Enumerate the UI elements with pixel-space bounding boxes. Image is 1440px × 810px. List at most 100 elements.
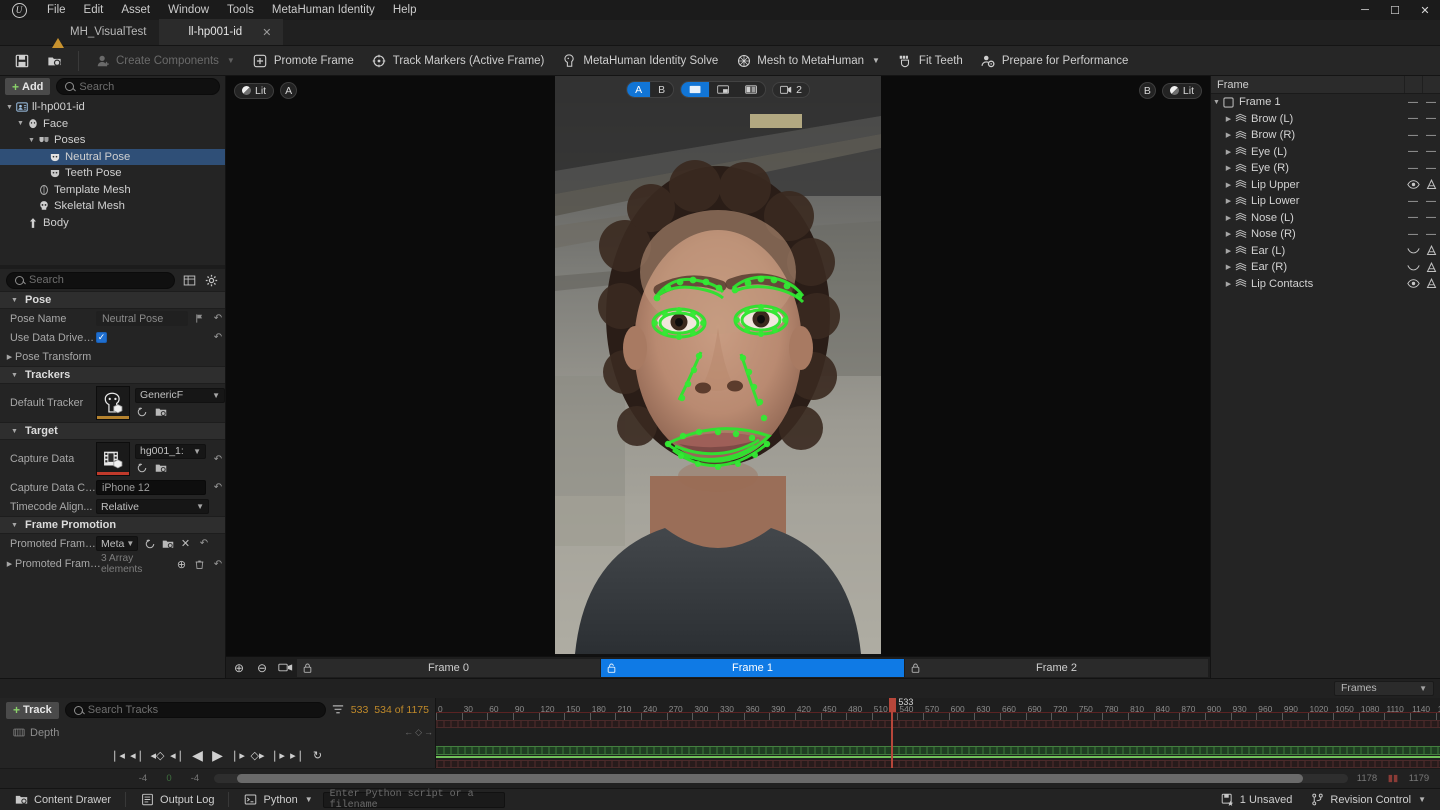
play-forward-icon[interactable]: ▶ (211, 747, 224, 764)
delete-icon[interactable] (193, 558, 206, 571)
output-log-button[interactable]: Output Log (132, 791, 222, 809)
lock-icon[interactable] (303, 663, 312, 673)
revert-icon[interactable]: ↶ (211, 454, 225, 465)
use-selected-asset-icon[interactable] (135, 406, 148, 419)
menu-tools[interactable]: Tools (218, 1, 263, 19)
frame-checkbox[interactable] (1222, 97, 1235, 108)
use-selected-asset-icon[interactable] (135, 462, 148, 475)
filter-icon[interactable] (332, 704, 345, 717)
add-element-icon[interactable]: ⊕ (175, 558, 188, 571)
content-drawer-button[interactable]: Content Drawer (6, 791, 119, 809)
state-toggle[interactable]: — (1422, 229, 1440, 240)
frame-curve-row-eye-l[interactable]: ▶Eye (L) — — (1211, 144, 1440, 161)
remove-frame-icon[interactable]: ⊖ (251, 659, 273, 677)
clear-icon[interactable]: ✕ (179, 537, 192, 550)
view-mode-lit-button-right[interactable]: Lit (1162, 83, 1202, 99)
prev-key-icon[interactable]: ◂◇ (151, 749, 164, 762)
python-button[interactable]: Python ▼ (235, 791, 320, 809)
visibility-toggle[interactable]: — (1404, 196, 1422, 207)
loop-icon[interactable]: ↻ (311, 749, 324, 762)
step-forward-frame-icon[interactable]: ❘▸ (271, 749, 284, 762)
state-toggle[interactable] (1422, 262, 1440, 273)
state-toggle[interactable]: — (1422, 212, 1440, 223)
jump-to-start-icon[interactable]: ❘◂ (111, 749, 124, 762)
visibility-toggle[interactable] (1404, 180, 1422, 189)
view-a-button[interactable]: A (280, 82, 297, 99)
visibility-toggle[interactable] (1404, 264, 1422, 271)
frame-item-0[interactable]: Frame 0 (297, 659, 600, 677)
state-toggle[interactable] (1422, 278, 1440, 289)
range-start-c[interactable]: -4 (182, 773, 208, 784)
expand-arrow-icon[interactable]: ▶ (4, 560, 15, 568)
frame-curve-row-lip-upper[interactable]: ▶Lip Upper (1211, 177, 1440, 194)
section-header-pose[interactable]: ▼ Pose (0, 291, 225, 309)
browse-to-asset-button[interactable] (39, 49, 70, 73)
timeline-track-area[interactable] (436, 720, 1440, 768)
tab-ll-hp001-id[interactable]: ll-hp001-id ✕ (159, 19, 284, 45)
create-components-button[interactable]: Create Components ▼ (87, 49, 243, 73)
step-back-icon[interactable]: ◂❘ (171, 749, 184, 762)
minimize-button[interactable]: ─ (1350, 0, 1380, 20)
view-b-button[interactable]: B (1139, 82, 1156, 99)
viewport[interactable]: Lit A A B (226, 76, 1210, 656)
expand-arrow-icon[interactable]: ▶ (1223, 197, 1234, 205)
visibility-toggle[interactable]: — (1404, 163, 1422, 174)
camera-count-button[interactable]: 2 (772, 82, 810, 98)
menu-window[interactable]: Window (159, 1, 218, 19)
expand-arrow-icon[interactable]: ▼ (1211, 99, 1222, 106)
outliner-item-teeth-pose[interactable]: Teeth Pose (0, 165, 225, 182)
expand-arrow-icon[interactable]: ▶ (1223, 230, 1234, 238)
camera-frame-icon[interactable] (274, 659, 296, 677)
state-toggle[interactable]: — (1422, 146, 1440, 157)
expand-arrow-icon[interactable]: ▼ (4, 104, 15, 111)
state-toggle[interactable]: — (1422, 113, 1440, 124)
capture-data-dropdown[interactable]: hg001_1: ▼ (135, 444, 206, 459)
layout-single-view-icon[interactable] (681, 82, 709, 97)
section-header-trackers[interactable]: ▼ Trackers (0, 366, 225, 384)
outliner-item-ll-hp001-id[interactable]: ▼ ll-hp001-id (0, 99, 225, 116)
scrollbar-thumb[interactable] (237, 774, 1303, 783)
track-row-depth[interactable]: Depth ←◇→ (0, 723, 435, 744)
outliner-search-input[interactable]: Search (56, 78, 220, 95)
capture-data-config-field[interactable]: iPhone 12 (96, 480, 206, 495)
layout-side-by-side-icon[interactable] (737, 82, 765, 97)
state-toggle[interactable] (1422, 179, 1440, 190)
frame-item-2[interactable]: Frame 2 (905, 659, 1208, 677)
fit-teeth-button[interactable]: Fit Teeth (890, 49, 971, 73)
promoted-frame-class-dropdown[interactable]: Meta ▼ (96, 536, 138, 551)
sequencer-timeline[interactable]: 0306090120150180210240270300330360390420… (436, 698, 1440, 768)
flag-icon[interactable] (193, 312, 206, 325)
visibility-toggle[interactable]: — (1404, 212, 1422, 223)
frame-curve-row-nose-l[interactable]: ▶Nose (L) — — (1211, 210, 1440, 227)
timeline-scrollbar[interactable] (214, 774, 1348, 783)
lock-open-icon[interactable] (607, 663, 616, 673)
section-header-frame-promotion[interactable]: ▼ Frame Promotion (0, 516, 225, 534)
expand-arrow-icon[interactable]: ▶ (4, 353, 15, 361)
expand-arrow-icon[interactable]: ▶ (1223, 131, 1234, 139)
visibility-toggle[interactable]: — (1404, 146, 1422, 157)
view-toggle-a[interactable]: A (627, 82, 650, 97)
outliner-item-poses[interactable]: ▼ Poses (0, 132, 225, 149)
use-data-driven-checkbox[interactable]: ✓ (96, 332, 107, 343)
default-tracker-dropdown[interactable]: GenericF ▼ (135, 388, 225, 403)
expand-arrow-icon[interactable]: ▼ (26, 137, 37, 144)
save-button[interactable] (6, 49, 37, 73)
outliner-item-face[interactable]: ▼ Face (0, 116, 225, 133)
add-track-button[interactable]: + Track (6, 702, 59, 719)
range-start-b[interactable]: 0 (156, 773, 182, 784)
outliner-item-body[interactable]: Body (0, 215, 225, 232)
menu-edit[interactable]: Edit (75, 1, 113, 19)
revision-control-button[interactable]: Revision Control ▼ (1302, 791, 1434, 809)
capture-data-thumbnail[interactable] (96, 442, 130, 476)
state-toggle[interactable] (1422, 245, 1440, 256)
revert-icon[interactable]: ↶ (211, 559, 225, 570)
frame-curve-row-lip-contacts[interactable]: ▶Lip Contacts (1211, 276, 1440, 293)
state-toggle[interactable]: — (1422, 163, 1440, 174)
expand-arrow-icon[interactable]: ▶ (1223, 164, 1234, 172)
next-key-icon[interactable]: ◇▸ (251, 749, 264, 762)
frame-curve-row-ear-r[interactable]: ▶Ear (R) (1211, 259, 1440, 276)
timecode-alignment-dropdown[interactable]: Relative ▼ (96, 499, 209, 514)
unsaved-assets-button[interactable]: 1 Unsaved (1212, 791, 1301, 809)
column-settings-icon[interactable] (181, 272, 197, 288)
state-toggle[interactable]: — (1422, 196, 1440, 207)
